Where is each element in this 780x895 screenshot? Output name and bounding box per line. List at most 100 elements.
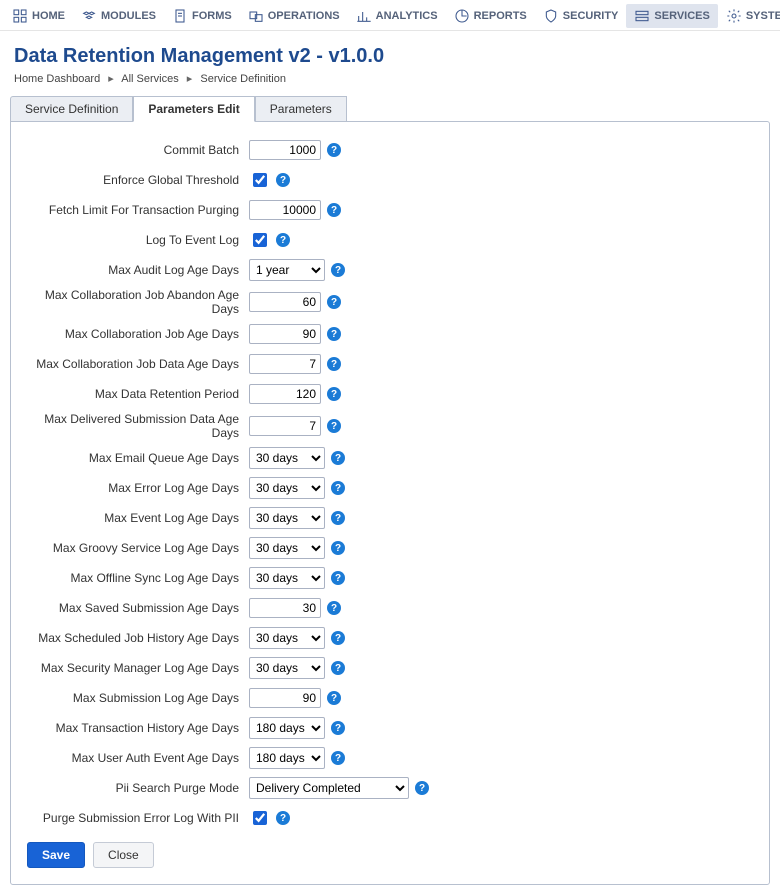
nav-label: SERVICES: [654, 10, 709, 22]
help-icon[interactable]: ?: [331, 661, 345, 675]
input-max-collab-abandon[interactable]: [249, 292, 321, 312]
select-max-security[interactable]: 30 days: [249, 657, 325, 679]
help-icon[interactable]: ?: [331, 263, 345, 277]
help-icon[interactable]: ?: [331, 511, 345, 525]
label-max-email-queue: Max Email Queue Age Days: [27, 451, 249, 465]
nav-label: ANALYTICS: [376, 10, 438, 22]
select-max-sched-job[interactable]: 30 days: [249, 627, 325, 649]
help-icon[interactable]: ?: [276, 233, 290, 247]
modules-icon: [81, 8, 97, 24]
checkbox-log-to-event[interactable]: [253, 233, 267, 247]
checkbox-enforce-global[interactable]: [253, 173, 267, 187]
help-icon[interactable]: ?: [331, 451, 345, 465]
label-max-groovy: Max Groovy Service Log Age Days: [27, 541, 249, 555]
help-icon[interactable]: ?: [415, 781, 429, 795]
help-icon[interactable]: ?: [327, 357, 341, 371]
tab-service-definition[interactable]: Service Definition: [10, 96, 133, 122]
nav-label: FORMS: [192, 10, 232, 22]
label-commit-batch: Commit Batch: [27, 143, 249, 157]
help-icon[interactable]: ?: [331, 721, 345, 735]
nav-analytics[interactable]: ANALYTICS: [348, 4, 446, 28]
help-icon[interactable]: ?: [327, 295, 341, 309]
label-max-collab-data: Max Collaboration Job Data Age Days: [27, 357, 249, 371]
help-icon[interactable]: ?: [276, 811, 290, 825]
select-max-email-queue[interactable]: 30 days: [249, 447, 325, 469]
nav-label: SECURITY: [563, 10, 619, 22]
checkbox-purge-sub-err[interactable]: [253, 811, 267, 825]
nav-system[interactable]: SYSTEM: [718, 4, 780, 28]
services-icon: [634, 8, 650, 24]
save-button[interactable]: Save: [27, 842, 85, 868]
help-icon[interactable]: ?: [327, 327, 341, 341]
nav-forms[interactable]: FORMS: [164, 4, 240, 28]
help-icon[interactable]: ?: [331, 571, 345, 585]
input-max-saved-sub[interactable]: [249, 598, 321, 618]
select-max-user-auth[interactable]: 180 days: [249, 747, 325, 769]
select-max-groovy[interactable]: 30 days: [249, 537, 325, 559]
label-fetch-limit: Fetch Limit For Transaction Purging: [27, 203, 249, 217]
help-icon[interactable]: ?: [331, 541, 345, 555]
help-icon[interactable]: ?: [327, 691, 341, 705]
label-purge-sub-err: Purge Submission Error Log With PII: [27, 811, 249, 825]
tab-body: Commit Batch ? Enforce Global Threshold …: [10, 121, 770, 885]
input-max-data-retention[interactable]: [249, 384, 321, 404]
panel: Service Definition Parameters Edit Param…: [10, 95, 770, 885]
select-max-event-log[interactable]: 30 days: [249, 507, 325, 529]
nav-label: MODULES: [101, 10, 156, 22]
label-max-collab-age: Max Collaboration Job Age Days: [27, 327, 249, 341]
help-icon[interactable]: ?: [327, 143, 341, 157]
page-title: Data Retention Management v2 - v1.0.0: [0, 31, 780, 72]
select-max-error-log[interactable]: 30 days: [249, 477, 325, 499]
label-max-txn: Max Transaction History Age Days: [27, 721, 249, 735]
label-max-user-auth: Max User Auth Event Age Days: [27, 751, 249, 765]
label-log-to-event: Log To Event Log: [27, 233, 249, 247]
breadcrumb-item[interactable]: All Services: [121, 73, 178, 85]
nav-label: HOME: [32, 10, 65, 22]
input-max-collab-age[interactable]: [249, 324, 321, 344]
help-icon[interactable]: ?: [327, 419, 341, 433]
help-icon[interactable]: ?: [327, 203, 341, 217]
analytics-icon: [356, 8, 372, 24]
security-icon: [543, 8, 559, 24]
label-max-collab-abandon: Max Collaboration Job Abandon Age Days: [27, 288, 249, 316]
label-max-saved-sub: Max Saved Submission Age Days: [27, 601, 249, 615]
input-fetch-limit[interactable]: [249, 200, 321, 220]
nav-home[interactable]: HOME: [4, 4, 73, 28]
top-nav: HOME MODULES FORMS OPERATIONS ANALYTICS …: [0, 0, 780, 31]
breadcrumb-separator: ▸: [108, 73, 114, 85]
nav-services[interactable]: SERVICES: [626, 4, 717, 28]
label-max-offline: Max Offline Sync Log Age Days: [27, 571, 249, 585]
operations-icon: [248, 8, 264, 24]
nav-reports[interactable]: REPORTS: [446, 4, 535, 28]
help-icon[interactable]: ?: [327, 601, 341, 615]
select-max-offline[interactable]: 30 days: [249, 567, 325, 589]
select-pii-search[interactable]: Delivery Completed: [249, 777, 409, 799]
label-max-security: Max Security Manager Log Age Days: [27, 661, 249, 675]
label-max-audit-log: Max Audit Log Age Days: [27, 263, 249, 277]
nav-label: SYSTEM: [746, 10, 780, 22]
nav-operations[interactable]: OPERATIONS: [240, 4, 348, 28]
help-icon[interactable]: ?: [327, 387, 341, 401]
select-max-audit-log[interactable]: 1 year: [249, 259, 325, 281]
help-icon[interactable]: ?: [276, 173, 290, 187]
close-button[interactable]: Close: [93, 842, 154, 868]
tab-parameters[interactable]: Parameters: [255, 96, 347, 122]
label-enforce-global: Enforce Global Threshold: [27, 173, 249, 187]
nav-security[interactable]: SECURITY: [535, 4, 627, 28]
label-max-data-retention: Max Data Retention Period: [27, 387, 249, 401]
input-max-delivered-sub[interactable]: [249, 416, 321, 436]
label-max-submission-log: Max Submission Log Age Days: [27, 691, 249, 705]
input-max-collab-data[interactable]: [249, 354, 321, 374]
help-icon[interactable]: ?: [331, 481, 345, 495]
tab-parameters-edit[interactable]: Parameters Edit: [133, 96, 254, 122]
nav-modules[interactable]: MODULES: [73, 4, 164, 28]
breadcrumb-item[interactable]: Home Dashboard: [14, 73, 100, 85]
breadcrumb-item[interactable]: Service Definition: [200, 73, 286, 85]
select-max-txn[interactable]: 180 days: [249, 717, 325, 739]
help-icon[interactable]: ?: [331, 751, 345, 765]
breadcrumb-separator: ▸: [187, 73, 193, 85]
help-icon[interactable]: ?: [331, 631, 345, 645]
input-max-submission-log[interactable]: [249, 688, 321, 708]
input-commit-batch[interactable]: [249, 140, 321, 160]
label-pii-search: Pii Search Purge Mode: [27, 781, 249, 795]
